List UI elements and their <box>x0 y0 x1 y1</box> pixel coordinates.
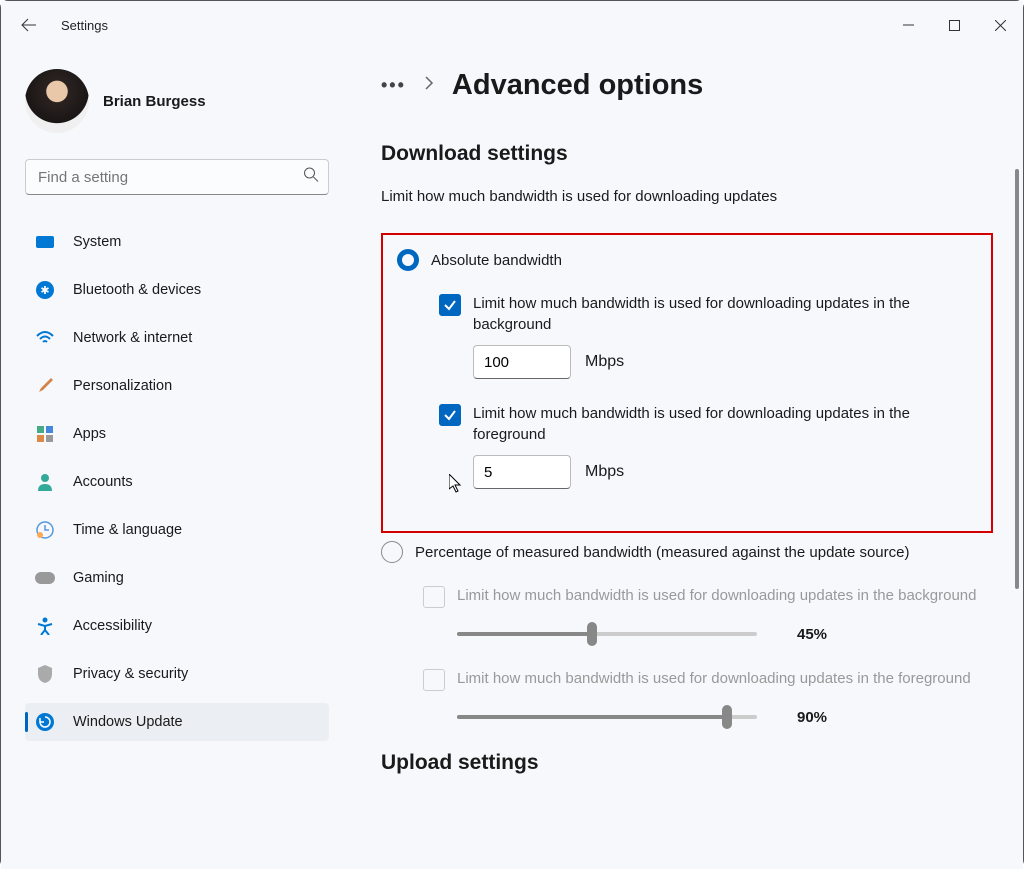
maximize-icon <box>949 20 960 31</box>
radio-percentage-bandwidth[interactable]: Percentage of measured bandwidth (measur… <box>381 541 993 563</box>
breadcrumb-menu-icon[interactable]: ••• <box>381 75 406 96</box>
background-percent-slider <box>457 624 757 644</box>
chevron-right-icon <box>424 76 434 95</box>
download-settings-heading: Download settings <box>381 142 993 166</box>
scrollbar-thumb[interactable] <box>1015 169 1019 589</box>
avatar <box>25 69 89 133</box>
radio-icon <box>397 249 419 271</box>
nav-list: System ✱ Bluetooth & devices Network & in… <box>25 223 329 741</box>
username: Brian Burgess <box>103 93 206 110</box>
controller-icon <box>35 568 55 588</box>
apps-icon <box>35 424 55 444</box>
sidebar-item-label: System <box>73 234 121 250</box>
sidebar-item-accessibility[interactable]: Accessibility <box>25 607 329 645</box>
accessibility-icon <box>35 616 55 636</box>
checkbox-icon <box>423 669 445 691</box>
back-button[interactable] <box>9 5 49 45</box>
sidebar-item-privacy[interactable]: Privacy & security <box>25 655 329 693</box>
sidebar-item-windows-update[interactable]: Windows Update <box>25 703 329 741</box>
checkbox-label: Limit how much bandwidth is used for dow… <box>473 293 981 335</box>
background-unit: Mbps <box>585 353 624 371</box>
close-button[interactable] <box>977 1 1023 49</box>
wifi-icon <box>35 328 55 348</box>
checkbox-label: Limit how much bandwidth is used for dow… <box>457 585 977 606</box>
update-icon <box>35 712 55 732</box>
sidebar-item-accounts[interactable]: Accounts <box>25 463 329 501</box>
sidebar-item-network[interactable]: Network & internet <box>25 319 329 357</box>
checkbox-limit-background[interactable]: Limit how much bandwidth is used for dow… <box>439 293 981 335</box>
checkbox-limit-foreground[interactable]: Limit how much bandwidth is used for dow… <box>439 403 981 445</box>
search-box <box>25 159 329 195</box>
foreground-percent-value: 90% <box>797 709 827 726</box>
checkbox-limit-foreground-percent: Limit how much bandwidth is used for dow… <box>423 668 993 691</box>
checkbox-icon <box>439 404 461 426</box>
download-settings-desc: Limit how much bandwidth is used for dow… <box>381 188 993 205</box>
sidebar-item-label: Windows Update <box>73 714 183 730</box>
sidebar-item-label: Gaming <box>73 570 124 586</box>
radio-absolute-bandwidth[interactable]: Absolute bandwidth <box>397 249 981 271</box>
window-title: Settings <box>61 18 108 33</box>
maximize-button[interactable] <box>931 1 977 49</box>
bluetooth-icon: ✱ <box>35 280 55 300</box>
background-percent-value: 45% <box>797 626 827 643</box>
sidebar-item-label: Bluetooth & devices <box>73 282 201 298</box>
back-arrow-icon <box>21 17 37 33</box>
sidebar-item-time[interactable]: Time & language <box>25 511 329 549</box>
sidebar-item-label: Accessibility <box>73 618 152 634</box>
sidebar-item-gaming[interactable]: Gaming <box>25 559 329 597</box>
sidebar-item-system[interactable]: System <box>25 223 329 261</box>
sidebar-item-bluetooth[interactable]: ✱ Bluetooth & devices <box>25 271 329 309</box>
checkbox-label: Limit how much bandwidth is used for dow… <box>457 668 971 689</box>
upload-settings-heading: Upload settings <box>381 751 993 775</box>
close-icon <box>995 20 1006 31</box>
brush-icon <box>35 376 55 396</box>
sidebar-item-label: Network & internet <box>73 330 192 346</box>
checkbox-limit-background-percent: Limit how much bandwidth is used for dow… <box>423 585 993 608</box>
sidebar-item-apps[interactable]: Apps <box>25 415 329 453</box>
clock-icon <box>35 520 55 540</box>
search-icon <box>303 167 319 188</box>
system-icon <box>35 232 55 252</box>
foreground-percent-slider <box>457 707 757 727</box>
checkbox-icon <box>439 294 461 316</box>
titlebar: Settings <box>1 1 1023 49</box>
sidebar-item-label: Privacy & security <box>73 666 188 682</box>
sidebar-item-personalization[interactable]: Personalization <box>25 367 329 405</box>
sidebar-item-label: Apps <box>73 426 106 442</box>
shield-icon <box>35 664 55 684</box>
background-mbps-input[interactable] <box>473 345 571 379</box>
minimize-button[interactable] <box>885 1 931 49</box>
foreground-unit: Mbps <box>585 463 624 481</box>
checkbox-label: Limit how much bandwidth is used for dow… <box>473 403 981 445</box>
sidebar-item-label: Accounts <box>73 474 133 490</box>
foreground-mbps-input[interactable] <box>473 455 571 489</box>
person-icon <box>35 472 55 492</box>
scrollbar[interactable] <box>1015 169 1019 709</box>
page-title: Advanced options <box>452 69 703 102</box>
checkbox-icon <box>423 586 445 608</box>
main-content: ••• Advanced options Download settings L… <box>341 49 1023 869</box>
breadcrumb: ••• Advanced options <box>381 69 993 102</box>
sidebar: Brian Burgess System ✱ Bluetooth & device… <box>1 49 341 869</box>
minimize-icon <box>903 20 914 31</box>
highlighted-region: Absolute bandwidth Limit how much bandwi… <box>381 233 993 533</box>
search-input[interactable] <box>25 159 329 195</box>
profile-block[interactable]: Brian Burgess <box>25 69 329 133</box>
sidebar-item-label: Time & language <box>73 522 182 538</box>
radio-label: Percentage of measured bandwidth (measur… <box>415 544 909 561</box>
sidebar-item-label: Personalization <box>73 378 172 394</box>
radio-label: Absolute bandwidth <box>431 252 562 269</box>
radio-icon <box>381 541 403 563</box>
